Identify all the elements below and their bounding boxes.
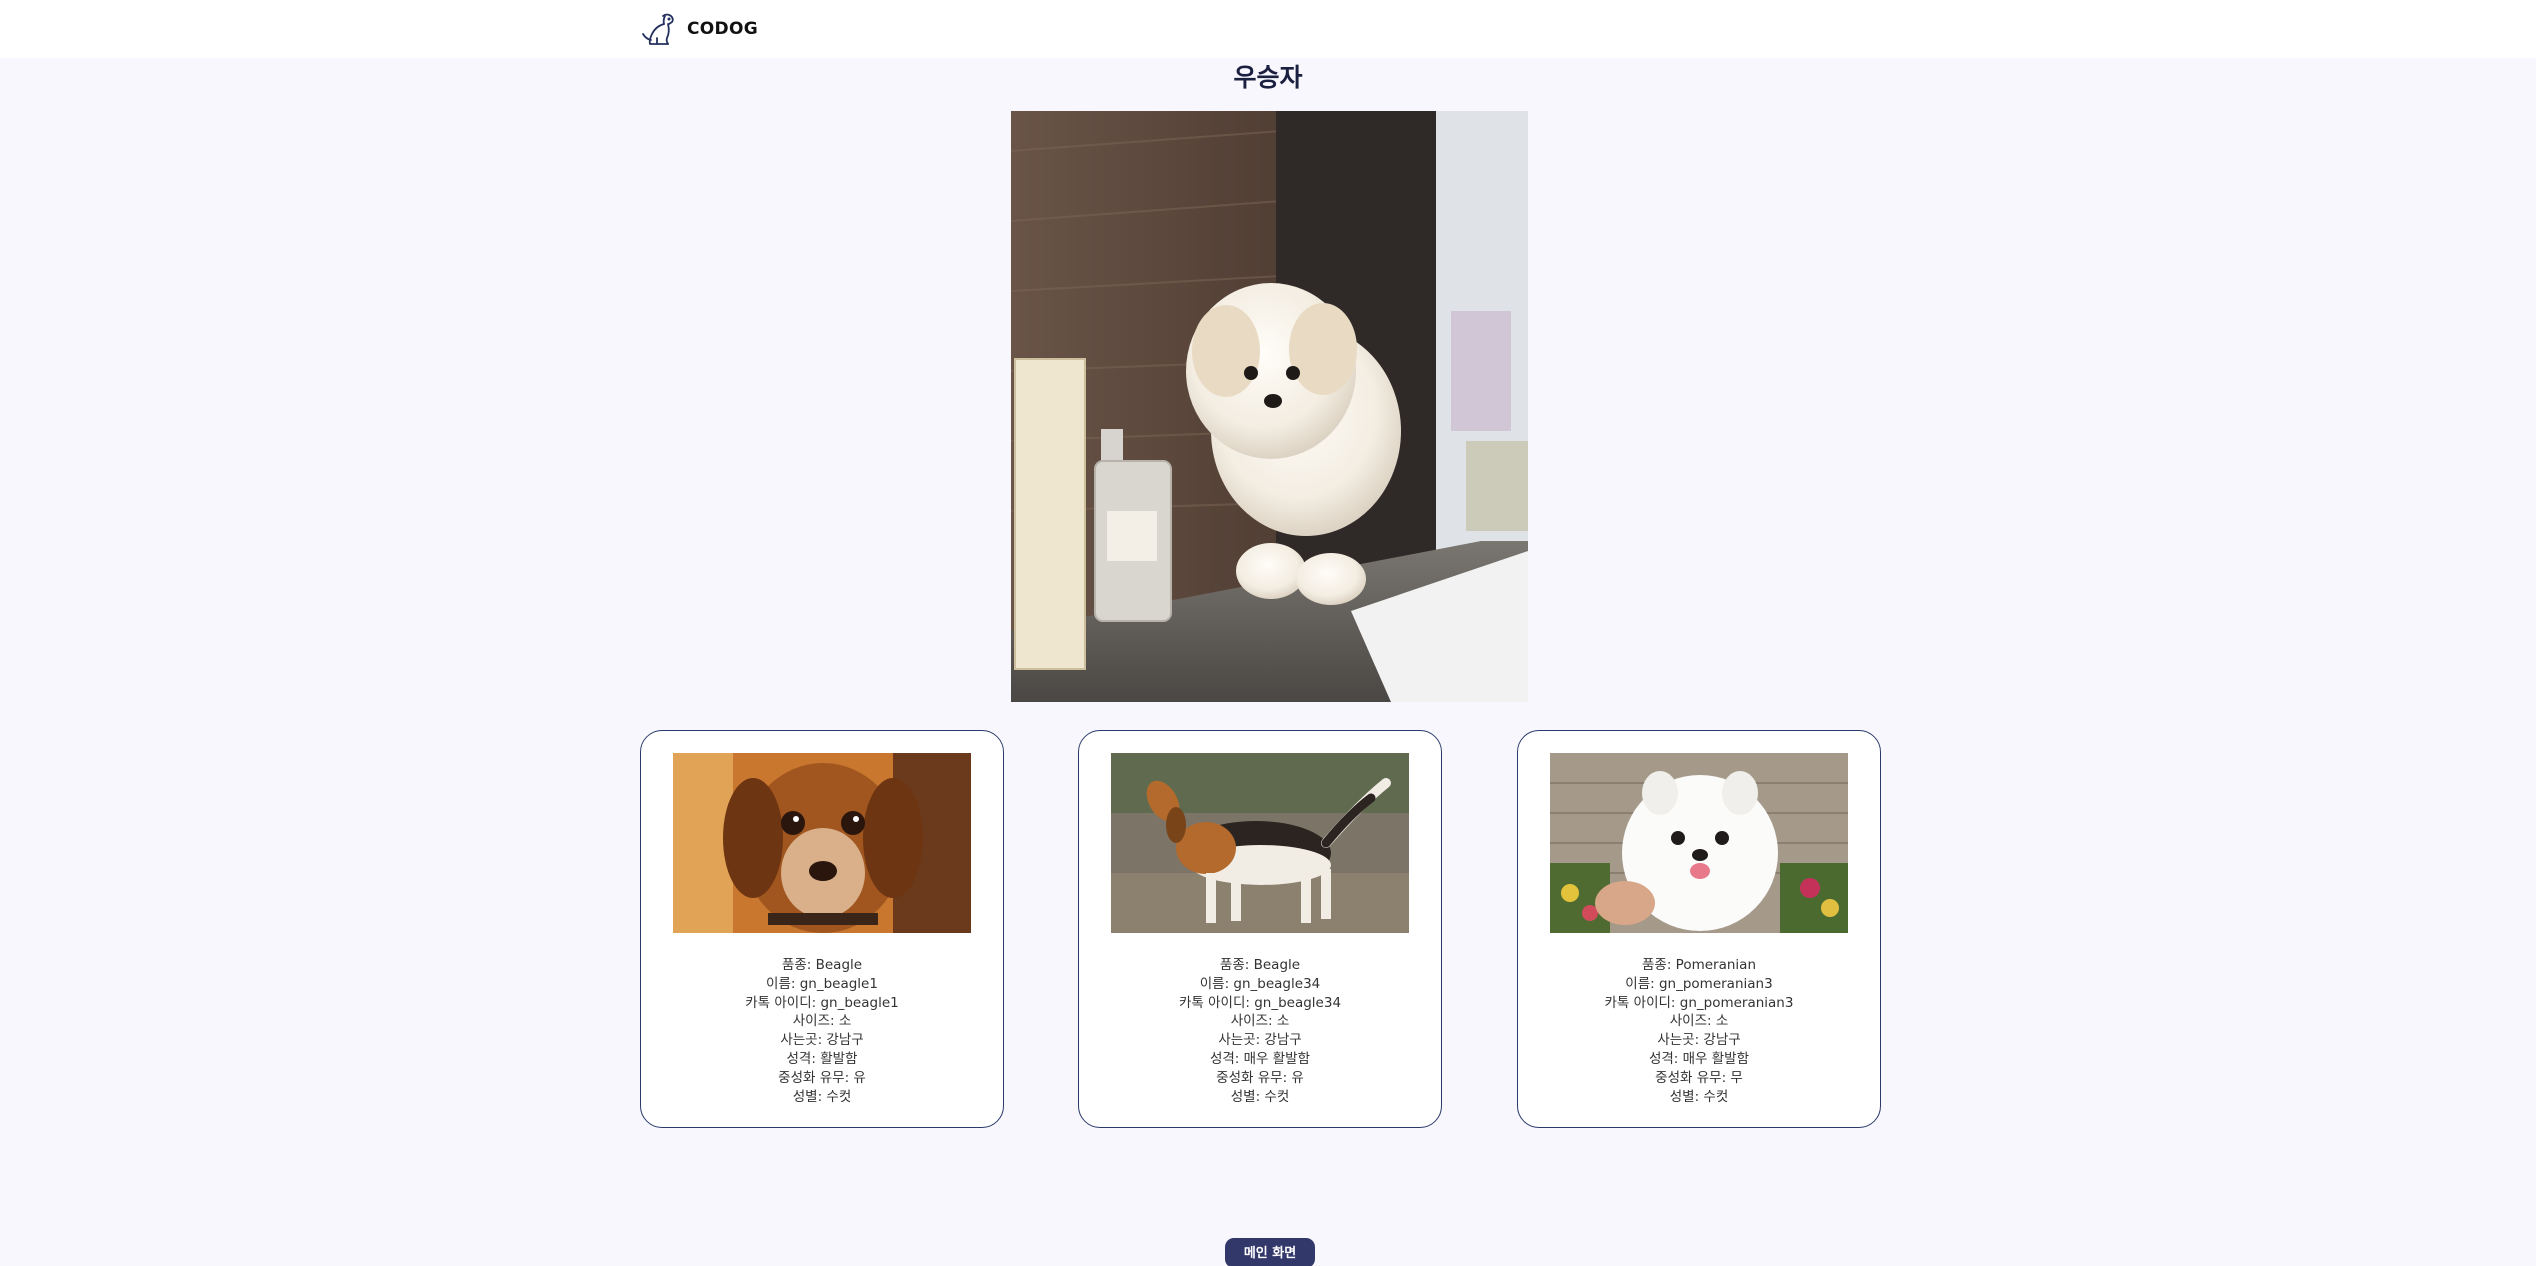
page-title: 우승자 xyxy=(1233,63,1303,92)
location-text: 사는곳: 강남구 xyxy=(780,1032,864,1049)
gender-text: 성별: 수컷 xyxy=(1230,1088,1290,1105)
dog-card[interactable]: 품종: Pomeranian 이름: gn_pomeranian3 카톡 아이디… xyxy=(1517,730,1881,1128)
name-text: 이름: gn_pomeranian3 xyxy=(1625,975,1773,992)
gender-text: 성별: 수컷 xyxy=(792,1088,852,1105)
size-text: 사이즈: 소 xyxy=(1669,1013,1729,1030)
dog-card-info: 품종: Beagle 이름: gn_beagle34 카톡 아이디: gn_be… xyxy=(1079,956,1441,1106)
neutered-text: 중성화 유무: 유 xyxy=(1216,1069,1304,1086)
name-text: 이름: gn_beagle1 xyxy=(766,975,878,992)
breed-text: 품종: Pomeranian xyxy=(1641,957,1756,973)
neutered-text: 중성화 유무: 무 xyxy=(1655,1069,1743,1086)
size-text: 사이즈: 소 xyxy=(1230,1013,1290,1030)
main-screen-button[interactable]: 메인 화면 xyxy=(1225,1238,1315,1266)
dog-card-info: 품종: Beagle 이름: gn_beagle1 카톡 아이디: gn_bea… xyxy=(641,956,1003,1106)
kakao-id-text: 카톡 아이디: gn_beagle34 xyxy=(1178,994,1342,1011)
brand-link[interactable]: CODOG xyxy=(639,12,758,46)
personality-text: 성격: 매우 활발함 xyxy=(1209,1050,1311,1067)
breed-text: 품종: Beagle xyxy=(1219,957,1301,973)
pomeranian-photo xyxy=(1550,753,1848,933)
location-text: 사는곳: 강남구 xyxy=(1657,1032,1741,1049)
neutered-text: 중성화 유무: 유 xyxy=(778,1069,866,1086)
dog-card-photo xyxy=(1111,753,1409,933)
beagle-face-photo xyxy=(673,753,971,933)
dog-card-photo xyxy=(673,753,971,933)
kakao-id-text: 카톡 아이디: gn_pomeranian3 xyxy=(1604,994,1794,1011)
brand-name: CODOG xyxy=(687,19,758,39)
location-text: 사는곳: 강남구 xyxy=(1218,1032,1302,1049)
personality-text: 성격: 활발함 xyxy=(786,1050,858,1067)
dog-card-photo xyxy=(1550,753,1848,933)
navbar: CODOG xyxy=(0,0,2536,58)
beagle-standing-photo xyxy=(1111,753,1409,933)
winner-dog-photo xyxy=(1011,111,1528,702)
personality-text: 성격: 매우 활발함 xyxy=(1648,1050,1750,1067)
dog-card[interactable]: 품종: Beagle 이름: gn_beagle1 카톡 아이디: gn_bea… xyxy=(640,730,1004,1128)
dog-logo-icon xyxy=(642,13,674,45)
dog-card[interactable]: 품종: Beagle 이름: gn_beagle34 카톡 아이디: gn_be… xyxy=(1078,730,1442,1128)
size-text: 사이즈: 소 xyxy=(792,1013,852,1030)
kakao-id-text: 카톡 아이디: gn_beagle1 xyxy=(745,994,899,1011)
dog-card-info: 품종: Pomeranian 이름: gn_pomeranian3 카톡 아이디… xyxy=(1518,956,1880,1106)
gender-text: 성별: 수컷 xyxy=(1669,1088,1729,1105)
breed-text: 품종: Beagle xyxy=(781,957,863,973)
white-puppy-photo xyxy=(1011,111,1528,702)
name-text: 이름: gn_beagle34 xyxy=(1199,975,1321,992)
